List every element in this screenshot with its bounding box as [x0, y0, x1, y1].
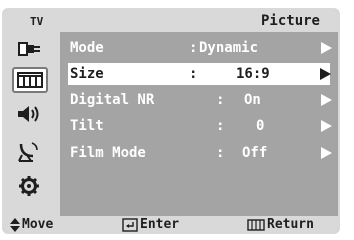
menu-item-size[interactable]: Size : 16:9 — [68, 63, 331, 85]
enter-hint: Enter — [122, 217, 179, 232]
sound-icon[interactable] — [14, 102, 44, 126]
input-icon[interactable] — [14, 37, 44, 61]
menu-item-mode[interactable]: Mode : Dynamic — [64, 37, 338, 59]
menu-item-separator: : — [189, 66, 198, 82]
picture-menu: Mode : Dynamic Size : 16:9 Digital NR : … — [64, 32, 338, 216]
header-bar: TV Picture — [4, 10, 338, 32]
arrow-right-icon — [321, 120, 332, 132]
menu-item-label: Size — [70, 66, 104, 82]
arrow-right-icon — [321, 147, 332, 159]
menu-item-separator: : — [216, 118, 225, 134]
menu-item-value: On — [244, 92, 261, 108]
menu-item-separator: : — [189, 40, 198, 56]
footer-bar: Move Enter Return — [4, 216, 338, 232]
move-label: Move — [22, 217, 54, 232]
menu-item-value: 0 — [256, 118, 265, 134]
menu-item-label: Tilt — [70, 118, 104, 134]
source-label: TV — [30, 15, 44, 28]
return-hint: Return — [247, 217, 314, 232]
menu-item-digital-nr[interactable]: Digital NR : On — [64, 89, 338, 111]
menu-item-value: 16:9 — [236, 66, 270, 82]
return-icon — [247, 218, 265, 231]
menu-item-label: Film Mode — [70, 145, 146, 161]
setup-icon[interactable] — [14, 174, 44, 198]
arrow-right-icon — [321, 94, 332, 106]
picture-icon[interactable] — [12, 67, 48, 93]
return-label: Return — [267, 217, 314, 232]
menu-item-separator: : — [216, 145, 225, 161]
osd-menu-window: TV Picture Mode : Dynamic Size : 16:9 Di… — [2, 8, 340, 234]
enter-icon — [122, 217, 138, 232]
menu-item-tilt[interactable]: Tilt : 0 — [64, 115, 338, 137]
menu-item-label: Digital NR — [70, 92, 155, 108]
menu-title: Picture — [260, 13, 320, 29]
channel-icon[interactable] — [14, 139, 44, 163]
menu-item-separator: : — [216, 92, 225, 108]
menu-item-value: Off — [242, 145, 268, 161]
arrow-right-icon — [321, 42, 332, 54]
move-icon — [10, 217, 20, 232]
category-sidebar — [4, 32, 60, 216]
menu-item-value: Dynamic — [199, 40, 259, 56]
arrow-right-icon — [320, 68, 331, 80]
menu-item-film-mode[interactable]: Film Mode : Off — [64, 142, 338, 164]
enter-label: Enter — [140, 217, 180, 232]
move-hint: Move — [10, 217, 53, 232]
menu-item-label: Mode — [70, 40, 104, 56]
